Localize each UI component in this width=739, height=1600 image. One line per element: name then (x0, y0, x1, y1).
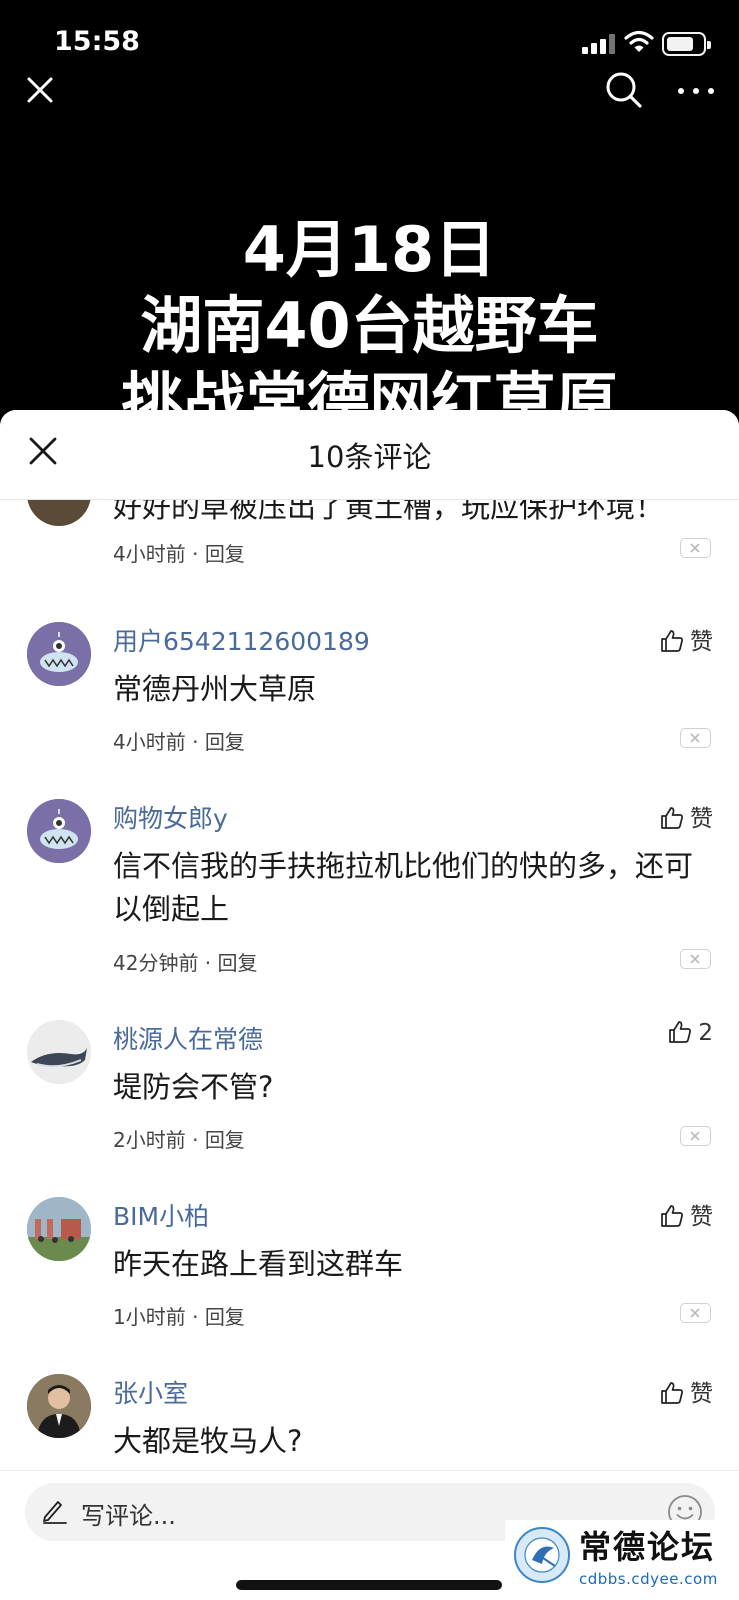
comment-item: 购物女郎y 赞 信不信我的手扶拖拉机比他们的快的多，还可以倒起上 42分钟前 ·… (0, 799, 739, 1009)
status-time: 15:58 (54, 26, 140, 57)
monster-avatar-icon (27, 799, 91, 863)
close-icon (690, 954, 700, 964)
avatar[interactable] (27, 1020, 91, 1084)
comment-time: 1小时前 (113, 1305, 186, 1329)
forum-watermark: 常德论坛 cdbbs.cdyee.com (505, 1520, 739, 1600)
dismiss-comment-button[interactable] (680, 728, 711, 748)
close-icon (690, 733, 700, 743)
whale-avatar-icon (27, 1020, 91, 1084)
comment-item: 桃源人在常德 2 堤防会不管? 2小时前 · 回复 (0, 1020, 739, 1190)
comment-meta: 1小时前 · 回复 (113, 1301, 245, 1330)
comment-list[interactable]: 好好的草被压出了黄土槽，玩应保护环境！ 4小时前 · 回复 用户65421126… (0, 500, 739, 1470)
comment-time: 2小时前 (113, 1128, 186, 1152)
comment-username[interactable]: 购物女郎y (113, 799, 228, 835)
thumbs-up-icon (661, 1382, 683, 1404)
reply-button[interactable]: 回复 (218, 951, 258, 975)
comment-text: 好好的草被压出了黄土槽，玩应保护环境！ (113, 500, 665, 524)
like-button[interactable]: 赞 (660, 1197, 713, 1231)
monster-avatar-icon (27, 622, 91, 686)
comment-meta: 42分钟前 · 回复 (113, 947, 258, 976)
comment-sheet: 10条评论 好好的草被压出了黄土槽，玩应保护环境！ 4小时前 · 回复 用户65… (0, 410, 739, 1600)
comment-item: 用户6542112600189 赞 常德丹州大草原 4小时前 · 回复 (0, 622, 739, 792)
search-icon[interactable] (604, 70, 644, 110)
comment-username[interactable]: BIM小柏 (113, 1197, 209, 1233)
like-label: 赞 (690, 1204, 713, 1230)
comment-username[interactable]: 张小室 (113, 1374, 188, 1410)
close-video-icon[interactable] (24, 74, 56, 106)
avatar[interactable] (27, 799, 91, 863)
comment-text: 大都是牧马人? (113, 1424, 303, 1458)
comment-username[interactable]: 用户6542112600189 (113, 622, 370, 658)
comment-time: 4小时前 (113, 730, 186, 754)
comment-meta: 4小时前 · 回复 (113, 726, 245, 755)
comment-item: BIM小柏 赞 昨天在路上看到这群车 1小时前 · 回复 (0, 1197, 739, 1367)
like-label: 赞 (690, 1381, 713, 1407)
comment-text: 堤防会不管? (113, 1070, 274, 1104)
video-title-line: 4月18日 (242, 213, 497, 286)
meta-separator: · (198, 951, 218, 975)
video-area[interactable]: 4月18日 湖南40台越野车 挑战常德网红草原 (0, 120, 739, 410)
meta-separator: · (185, 730, 205, 754)
avatar[interactable] (27, 500, 91, 526)
avatar[interactable] (27, 1197, 91, 1261)
thumbs-up-icon (661, 1205, 683, 1227)
video-title: 4月18日 湖南40台越野车 挑战常德网红草原 (0, 212, 739, 410)
comment-input-placeholder: 写评论... (81, 1502, 176, 1530)
comment-meta: 4小时前 · 回复 (113, 538, 245, 567)
dismiss-comment-button[interactable] (680, 949, 711, 969)
person-photo-avatar-icon (27, 1374, 91, 1438)
close-icon (690, 1308, 700, 1318)
battery-icon (662, 32, 711, 56)
like-label: 赞 (690, 806, 713, 832)
avatar[interactable] (27, 622, 91, 686)
meta-separator: · (185, 1128, 205, 1152)
reply-button[interactable]: 回复 (205, 1305, 245, 1329)
video-title-line: 挑战常德网红草原 (121, 365, 618, 410)
like-label: 赞 (690, 629, 713, 655)
reply-button[interactable]: 回复 (205, 1128, 245, 1152)
like-button[interactable]: 赞 (660, 799, 713, 833)
comment-text: 常德丹州大草原 (113, 672, 317, 706)
meta-separator: · (185, 542, 205, 566)
comment-item: 张小室 赞 大都是牧马人? (0, 1374, 739, 1470)
close-icon (690, 543, 700, 553)
reply-button[interactable]: 回复 (205, 730, 245, 754)
dismiss-comment-button[interactable] (680, 1303, 711, 1323)
forum-watermark-title: 常德论坛 (579, 1528, 716, 1566)
like-button[interactable]: 2 (668, 1020, 713, 1046)
comment-time: 42分钟前 (113, 951, 199, 975)
bim-photo-avatar-icon (27, 1197, 91, 1261)
more-options-icon[interactable] (676, 78, 716, 102)
cellular-signal-icon (582, 34, 616, 54)
comment-sheet-header: 10条评论 (0, 410, 739, 500)
forum-seal-logo (514, 1527, 570, 1583)
reply-button[interactable]: 回复 (205, 542, 245, 566)
comment-meta: 2小时前 · 回复 (113, 1124, 245, 1153)
thumbs-up-icon (661, 630, 683, 652)
dismiss-comment-button[interactable] (680, 1126, 711, 1146)
comment-text: 信不信我的手扶拖拉机比他们的快的多，还可以倒起上 (113, 849, 694, 926)
comment-username[interactable]: 桃源人在常德 (113, 1020, 263, 1056)
meta-separator: · (185, 1305, 205, 1329)
avatar[interactable] (27, 1374, 91, 1438)
dismiss-comment-button[interactable] (680, 538, 711, 558)
pen-icon (43, 1501, 67, 1524)
thumbs-up-icon (669, 1021, 692, 1043)
like-button[interactable]: 赞 (660, 1374, 713, 1408)
close-icon (690, 1131, 700, 1141)
home-indicator[interactable] (236, 1580, 502, 1590)
like-count: 2 (698, 1020, 713, 1046)
forum-watermark-url: cdbbs.cdyee.com (579, 1570, 718, 1588)
thumbs-up-icon (661, 807, 683, 829)
comment-count-title: 10条评论 (307, 440, 432, 474)
comment-time: 4小时前 (113, 542, 186, 566)
wifi-icon (624, 30, 654, 52)
comment-text: 昨天在路上看到这群车 (113, 1247, 404, 1281)
video-title-line: 湖南40台越野车 (140, 289, 599, 362)
comment-item: 好好的草被压出了黄土槽，玩应保护环境！ 4小时前 · 回复 (0, 500, 739, 602)
like-button[interactable]: 赞 (660, 622, 713, 656)
